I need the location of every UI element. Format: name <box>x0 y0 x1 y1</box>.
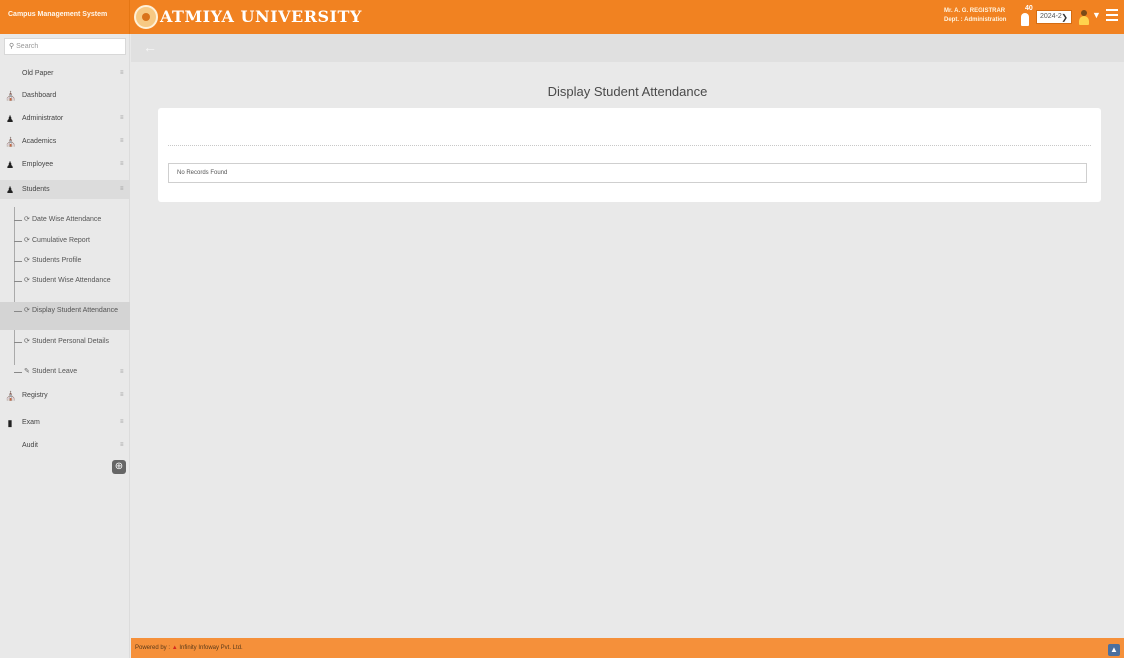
sidebar-subitem-student-personal-details[interactable]: ⟳ Student Personal Details <box>0 335 130 357</box>
sidebar-subitem-label: Student Wise Attendance <box>32 277 111 284</box>
attendance-panel: No Records Found <box>158 108 1101 202</box>
notification-person-icon <box>1021 13 1029 26</box>
sidebar-subitem-label: Student Leave <box>32 368 78 375</box>
sidebar-item-dashboard[interactable]: ⛪ Dashboard <box>0 86 130 105</box>
sidebar-subitem-label: Display Student Attendance <box>32 307 119 314</box>
sidebar-subitem-student-leave[interactable]: ✎ Student Leave ≡ <box>0 364 130 380</box>
chevron-down-icon: ≡ <box>120 186 124 192</box>
no-records-message: No Records Found <box>168 163 1087 183</box>
sidebar-item-academics[interactable]: ⛪ Academics ≡ <box>0 132 130 151</box>
chevron-right-icon: ≡ <box>120 115 124 121</box>
sidebar-item-label: Old Paper <box>22 70 54 77</box>
chevron-down-icon: ❯ <box>1061 13 1068 22</box>
search-icon: ⚲ <box>9 43 15 50</box>
sidebar-item-label: Academics <box>22 138 57 145</box>
chevron-right-icon: ≡ <box>120 392 124 398</box>
user-icon: ♟ <box>5 114 15 124</box>
university-logo-icon <box>134 5 158 29</box>
hamburger-menu-icon[interactable] <box>1106 9 1118 21</box>
sidebar-item-label: Registry <box>22 392 48 399</box>
user-avatar-icon[interactable] <box>1079 10 1089 26</box>
footer-credit: Powered by : ▲ Infinity Infoway Pvt. Ltd… <box>135 645 243 651</box>
sidebar-item-label: Students <box>22 186 50 193</box>
sidebar-item-label: Exam <box>22 419 40 426</box>
university-name: ATMIYA UNIVERSITY <box>160 7 362 26</box>
refresh-icon: ⟳ <box>24 257 30 264</box>
search-placeholder: Search <box>16 43 39 50</box>
system-name: Campus Management System <box>8 11 108 18</box>
panel-divider <box>168 145 1091 146</box>
sidebar-search-input[interactable]: ⚲ Search <box>4 38 126 55</box>
year-select[interactable]: 2024-2 ❯ <box>1036 10 1072 24</box>
sidebar-subitem-label: Cumulative Report <box>32 237 90 244</box>
sidebar-item-label: Dashboard <box>22 92 57 99</box>
content-subheader: ← <box>131 34 1124 62</box>
sidebar-item-label: Audit <box>22 442 38 449</box>
back-arrow-icon[interactable]: ← <box>143 39 157 55</box>
user-info: Mr. A. G. REGISTRAR Dept. : Administrati… <box>944 7 1007 25</box>
sidebar-subitem-display-student-attendance[interactable]: ⟳ Display Student Attendance <box>0 302 130 330</box>
chevron-right-icon: ≡ <box>120 138 124 144</box>
system-brand[interactable]: Campus Management System <box>0 0 130 34</box>
top-bar: Campus Management System ATMIYA UNIVERSI… <box>0 0 1124 34</box>
sidebar-item-employee[interactable]: ♟ Employee ≡ <box>0 155 130 174</box>
bank-icon: ⛪ <box>5 137 17 147</box>
sidebar-item-audit[interactable]: Audit ≡ <box>0 436 130 455</box>
scroll-top-button[interactable]: ▲ <box>1108 644 1120 656</box>
sidebar-item-label: Employee <box>22 161 54 168</box>
notification-count: 40 <box>1025 5 1033 12</box>
refresh-icon: ⟳ <box>24 216 30 223</box>
footer-powered-by: Powered by : <box>135 645 171 651</box>
sidebar-subitem-cumulative-report[interactable]: ⟳ Cumulative Report <box>0 233 130 249</box>
refresh-icon: ⟳ <box>24 307 30 314</box>
sidebar-collapse-button[interactable]: ⊕ <box>112 460 126 474</box>
chevron-right-icon: ≡ <box>120 442 124 448</box>
user-department: Dept. : Administration <box>944 17 1007 23</box>
sidebar-item-students[interactable]: ♟ Students ≡ <box>0 180 130 199</box>
users-icon: ♟ <box>5 160 15 170</box>
calendar-icon: ✎ <box>24 368 30 375</box>
chevron-right-icon: ≡ <box>120 419 124 425</box>
user-icon: ♟ <box>5 185 15 195</box>
sidebar-item-registry[interactable]: ⛪ Registry ≡ <box>0 386 130 405</box>
sidebar-item-label: Administrator <box>22 115 64 122</box>
refresh-icon: ⟳ <box>24 338 30 345</box>
bank-icon: ⛪ <box>5 391 17 401</box>
bank-icon: ⛪ <box>5 91 17 101</box>
sidebar-subitem-date-wise-attendance[interactable]: ⟳ Date Wise Attendance <box>0 212 130 228</box>
refresh-icon: ⟳ <box>24 277 30 284</box>
sidebar-item-exam[interactable]: ▮ Exam ≡ <box>0 413 130 432</box>
user-name: Mr. A. G. REGISTRAR <box>944 8 1006 14</box>
company-logo-icon: ▲ <box>171 645 178 651</box>
footer: Powered by : ▲ Infinity Infoway Pvt. Ltd… <box>131 638 1124 658</box>
book-icon: ▮ <box>7 418 13 428</box>
sidebar: ⚲ Search Old Paper ≡ ⛪ Dashboard ♟ Admini… <box>0 34 130 658</box>
sidebar-subitem-label: Date Wise Attendance <box>32 216 102 223</box>
year-select-value: 2024-2 <box>1040 13 1062 20</box>
chevron-right-icon: ≡ <box>120 369 124 375</box>
sidebar-item-old-paper[interactable]: Old Paper ≡ <box>0 64 130 83</box>
sidebar-item-administrator[interactable]: ♟ Administrator ≡ <box>0 109 130 128</box>
sidebar-subitem-label: Students Profile <box>32 257 82 264</box>
chevron-right-icon: ≡ <box>120 70 124 76</box>
chevron-right-icon: ≡ <box>120 161 124 167</box>
sidebar-subitem-student-wise-attendance[interactable]: ⟳ Student Wise Attendance <box>0 274 130 296</box>
page-title: Display Student Attendance <box>547 84 708 99</box>
sidebar-subitem-students-profile[interactable]: ⟳ Students Profile <box>0 253 130 269</box>
sidebar-subitem-label: Student Personal Details <box>32 338 110 345</box>
refresh-icon: ⟳ <box>24 237 30 244</box>
footer-company[interactable]: Infinity Infoway Pvt. Ltd. <box>179 645 242 651</box>
notification-button[interactable]: 40 <box>1018 5 1033 27</box>
user-menu-caret-icon[interactable]: ▼ <box>1092 10 1101 20</box>
